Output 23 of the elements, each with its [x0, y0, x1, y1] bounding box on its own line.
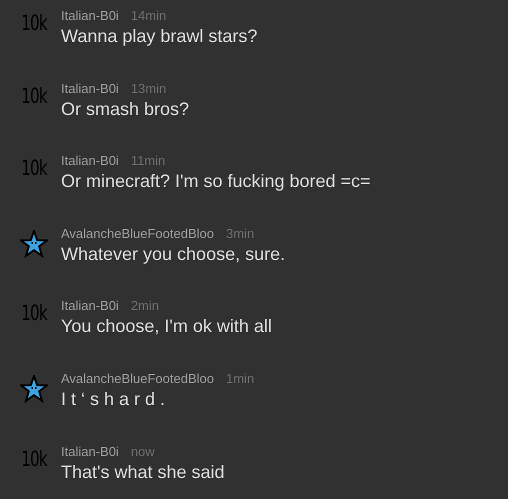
message-time: 13min	[130, 80, 166, 96]
message-text: That's what she said	[61, 462, 225, 483]
author-name[interactable]: AvalancheBlueFootedBloo	[61, 370, 214, 386]
message-text: Wanna play brawl stars?	[61, 26, 258, 47]
star-avatar-icon	[20, 374, 48, 403]
author-name[interactable]: Italian-B0i	[61, 153, 119, 168]
message-text: Or minecraft? I'm so fucking bored =c=	[61, 171, 371, 192]
message-text: Whatever you choose, sure.	[61, 244, 286, 265]
star-avatar-icon	[20, 230, 48, 258]
message-time: now	[130, 444, 155, 459]
message-text: You choose, I'm ok with all	[61, 316, 272, 338]
author-name[interactable]: AvalancheBlueFootedBloo	[61, 226, 214, 241]
message-time: 3min	[226, 226, 254, 241]
message-time: 2min	[130, 298, 159, 314]
message-time: 14min	[130, 8, 166, 23]
author-name[interactable]: Italian-B0i	[61, 80, 119, 96]
message-time: 11min	[130, 153, 166, 168]
message-time: 1min	[226, 370, 254, 386]
message-text: Or smash bros?	[61, 98, 190, 120]
author-name[interactable]: Italian-B0i	[61, 298, 119, 314]
author-name[interactable]: Italian-B0i	[61, 444, 119, 459]
message-text: I t ‘ s h a r d .	[61, 388, 166, 410]
author-name[interactable]: Italian-B0i	[61, 8, 119, 23]
